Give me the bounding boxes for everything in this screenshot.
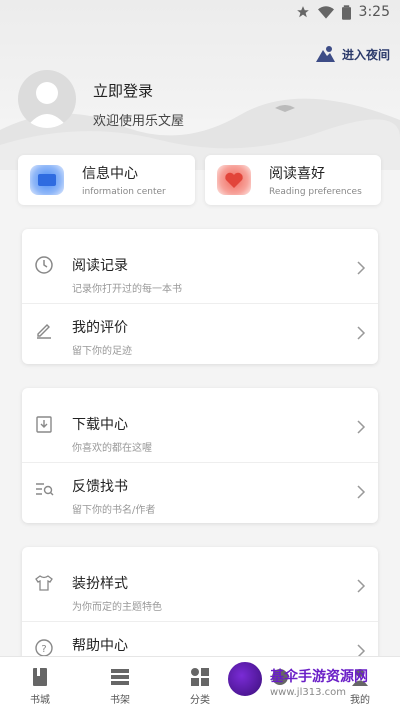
help-icon: ? <box>35 639 53 657</box>
pen-icon <box>37 324 51 339</box>
menu-group-history: 阅读记录 记录你打开过的每一本书 我的评价 留下你的足迹 <box>22 229 378 364</box>
info-center-subtitle: information center <box>82 187 166 197</box>
help-center-title: 帮助中心 <box>72 638 128 654</box>
menu-item-download-center[interactable]: 下载中心 你喜欢的都在这喔 <box>22 388 378 463</box>
default-avatar-icon <box>26 82 68 128</box>
reading-preferences-card[interactable]: 阅读喜好 Reading preferences <box>205 155 381 205</box>
menu-item-my-reviews[interactable]: 我的评价 留下你的足迹 <box>22 304 378 364</box>
night-mode-label: 进入夜间 <box>341 47 390 62</box>
status-time: 3:25 <box>358 4 390 20</box>
menu-group-downloads: 下载中心 你喜欢的都在这喔 反馈找书 留下你的书名/作者 <box>22 388 378 523</box>
search-list-icon <box>36 483 54 496</box>
star-icon <box>296 6 309 18</box>
shirt-icon <box>35 575 53 591</box>
menu-item-feedback-find-book[interactable]: 反馈找书 留下你的书名/作者 <box>22 463 378 523</box>
message-icon <box>30 165 64 195</box>
category-icon <box>191 668 209 686</box>
status-bar: 3:25 <box>0 0 400 24</box>
heart-icon <box>217 165 251 195</box>
feedback-find-book-title: 反馈找书 <box>72 479 128 495</box>
chevron-right-icon <box>357 326 366 340</box>
login-subtitle: 欢迎使用乐文屋 <box>93 114 185 129</box>
nav-category-label: 分类 <box>190 695 210 706</box>
nav-bookshelf-label: 书架 <box>110 695 130 706</box>
moon-icon <box>315 46 335 62</box>
night-mode-button[interactable]: 进入夜间 <box>314 44 390 64</box>
reading-preferences-title: 阅读喜好 <box>269 166 325 182</box>
info-center-card[interactable]: 信息中心 information center <box>18 155 195 205</box>
my-reviews-subtitle: 留下你的足迹 <box>72 346 132 357</box>
download-icon <box>36 416 52 433</box>
feedback-find-book-subtitle: 留下你的书名/作者 <box>72 505 156 516</box>
chevron-right-icon <box>357 420 366 434</box>
menu-item-theme-style[interactable]: 装扮样式 为你而定的主题特色 <box>22 547 378 622</box>
download-center-subtitle: 你喜欢的都在这喔 <box>72 443 152 454</box>
watermark: 基伞手游资源网 www.jl313.com <box>226 656 400 711</box>
watermark-url: www.jl313.com <box>270 687 346 698</box>
menu-group-settings: 装扮样式 为你而定的主题特色 ? 帮助中心 <box>22 547 378 667</box>
theme-style-subtitle: 为你而定的主题特色 <box>72 602 162 613</box>
nav-bookshelf[interactable]: 书架 <box>80 657 160 711</box>
download-center-title: 下载中心 <box>72 417 128 433</box>
shelf-icon <box>111 669 129 685</box>
nav-bookstore[interactable]: 书城 <box>0 657 80 711</box>
reading-history-subtitle: 记录你打开过的每一本书 <box>72 284 182 295</box>
book-icon <box>33 668 47 686</box>
chevron-right-icon <box>357 261 366 275</box>
clock-icon <box>35 256 53 274</box>
theme-style-title: 装扮样式 <box>72 576 128 592</box>
my-reviews-title: 我的评价 <box>72 320 128 336</box>
avatar[interactable] <box>18 70 76 128</box>
chevron-right-icon <box>357 579 366 593</box>
info-center-title: 信息中心 <box>82 166 138 182</box>
watermark-text: 基伞手游资源网 <box>270 669 368 685</box>
menu-item-reading-history[interactable]: 阅读记录 记录你打开过的每一本书 <box>22 229 378 304</box>
battery-icon <box>341 4 351 20</box>
reading-preferences-subtitle: Reading preferences <box>269 187 362 197</box>
chevron-right-icon <box>357 485 366 499</box>
svg-text:?: ? <box>41 644 46 655</box>
reading-history-title: 阅读记录 <box>72 258 128 274</box>
watermark-logo <box>226 660 264 698</box>
wifi-icon <box>317 6 334 19</box>
nav-bookstore-label: 书城 <box>30 695 50 706</box>
login-title[interactable]: 立即登录 <box>93 80 153 101</box>
